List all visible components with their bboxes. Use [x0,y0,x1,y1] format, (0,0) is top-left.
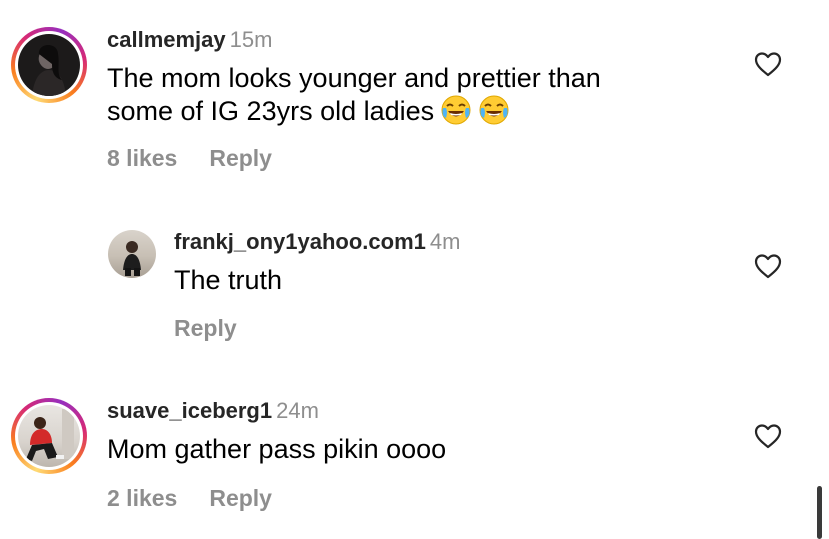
face-with-tears-of-joy-icon [441,95,471,125]
avatar-photo-icon [123,241,141,276]
comment-meta: suave_iceberg1 24m [107,398,319,424]
comment-text: The truth [174,265,283,295]
reply-button[interactable]: Reply [209,485,272,511]
likes-count[interactable]: 8 likes [107,145,177,171]
avatar [18,405,80,467]
comment-callmemjay: callmemjay 15m The mom looks younger and … [0,0,829,190]
comment-text-line: The mom looks younger and prettier than [107,63,601,93]
timestamp: 24m [276,398,319,423]
comment-frankj: frankj_ony1yahoo.com1 4m The truth Reply [0,190,829,360]
heart-icon[interactable] [754,51,782,77]
reply-button[interactable]: Reply [174,315,237,341]
heart-icon[interactable] [754,423,782,449]
scrollbar[interactable] [817,486,822,539]
avatar-photo-icon [32,45,66,96]
face-with-tears-of-joy-icon [479,95,509,125]
username[interactable]: suave_iceberg1 [107,398,272,423]
comment-text-line: some of IG 23yrs old ladies [107,94,727,127]
comment-text-segment: some of IG 23yrs old ladies [107,96,435,126]
avatar [18,34,80,96]
username[interactable]: frankj_ony1yahoo.com1 [174,229,426,254]
comment-suave-iceberg: suave_iceberg1 24m Mom gather pass pikin … [0,360,829,539]
comment-meta: callmemjay 15m [107,27,272,53]
reply-button[interactable]: Reply [209,145,272,171]
comment-text: Mom gather pass pikin oooo [107,434,447,464]
comment-actions: Reply [174,314,237,342]
avatar-story-ring[interactable] [11,27,87,103]
comment-actions: 8 likes Reply [107,144,272,172]
username[interactable]: callmemjay [107,27,226,52]
timestamp: 15m [229,27,273,52]
comment-meta: frankj_ony1yahoo.com1 4m [174,229,460,255]
comment-text: The mom looks younger and prettier than … [107,62,727,127]
avatar-photo-icon [26,409,74,461]
comment-actions: 2 likes Reply [107,484,272,512]
likes-count[interactable]: 2 likes [107,485,177,511]
timestamp: 4m [429,229,461,254]
avatar[interactable] [108,230,156,278]
heart-icon[interactable] [754,253,782,279]
avatar-story-ring[interactable] [11,398,87,474]
